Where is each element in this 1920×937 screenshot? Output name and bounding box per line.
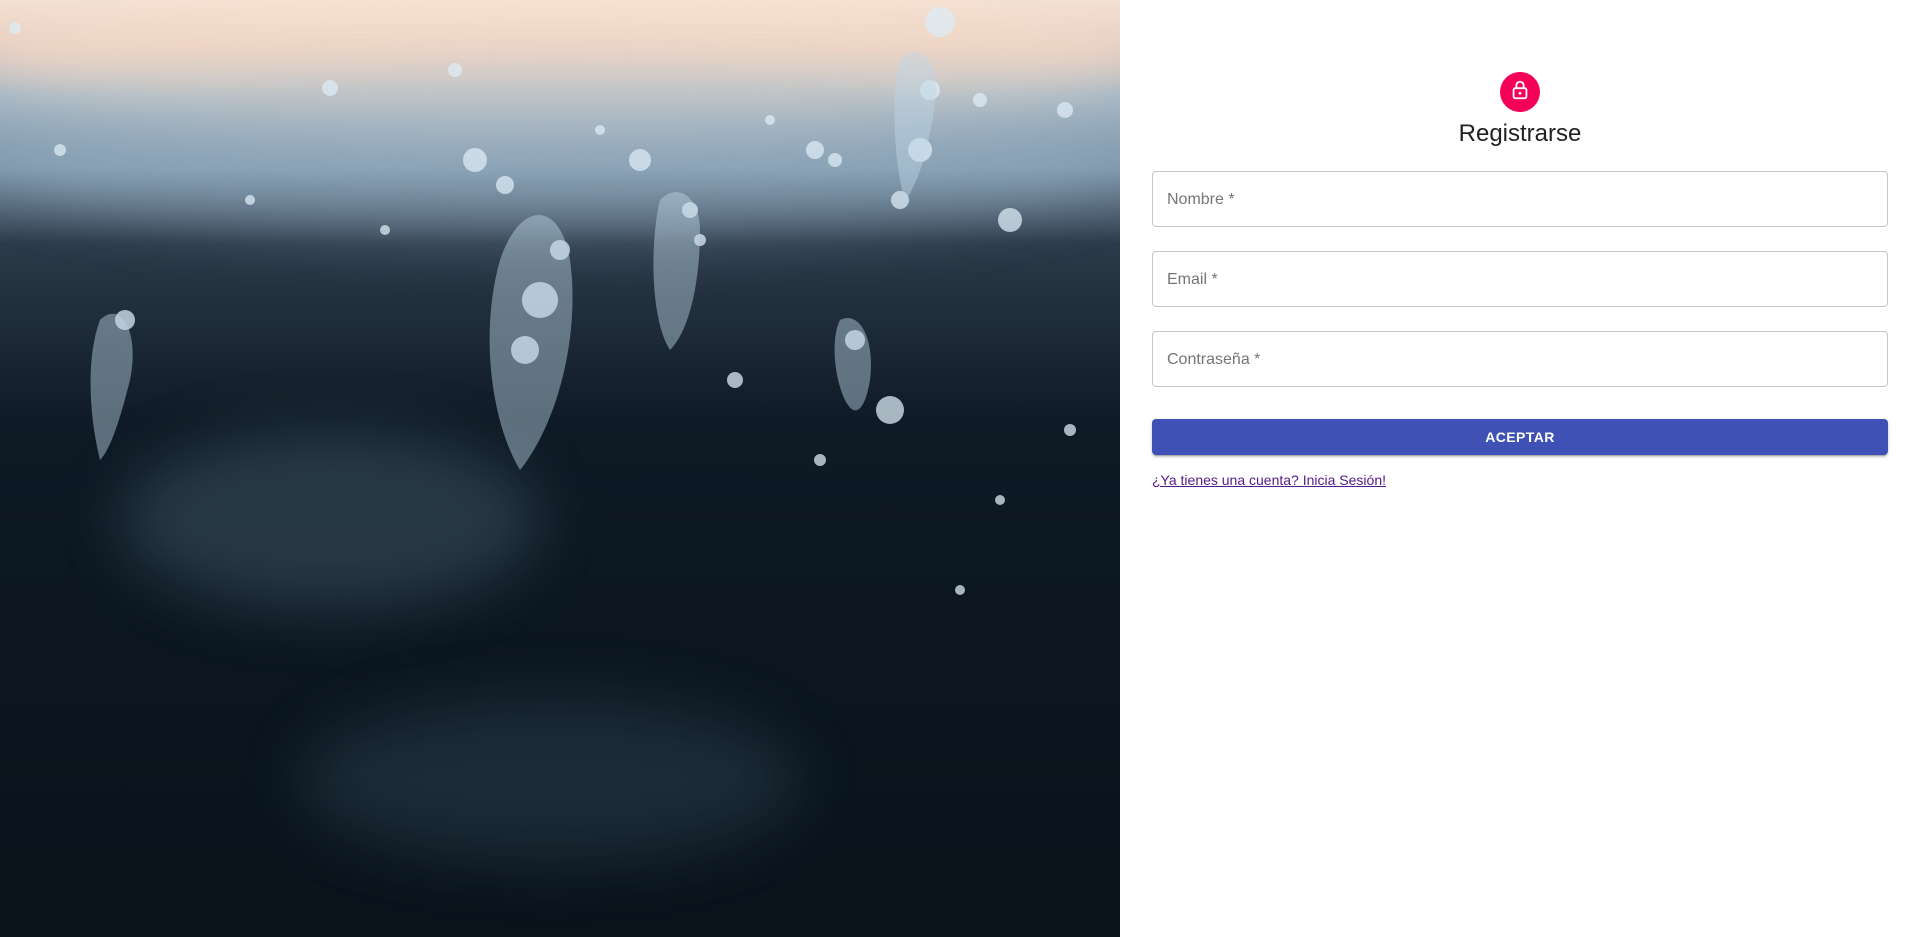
hero-water-splash-image <box>0 0 1120 937</box>
water-drops-graphic <box>9 7 1076 595</box>
register-form: Registrarse Nombre * Email * Contraseña … <box>1152 72 1888 490</box>
submit-button[interactable]: ACEPTAR <box>1152 419 1888 455</box>
password-field[interactable]: Contraseña * <box>1152 331 1888 387</box>
page: Registrarse Nombre * Email * Contraseña … <box>0 0 1920 937</box>
email-input[interactable] <box>1153 252 1887 306</box>
name-field[interactable]: Nombre * <box>1152 171 1888 227</box>
avatar <box>1500 72 1540 112</box>
form-fields: Nombre * Email * Contraseña * <box>1152 171 1888 387</box>
email-field[interactable]: Email * <box>1152 251 1888 307</box>
login-link-row: ¿Ya tienes una cuenta? Inicia Sesión! <box>1152 472 1888 490</box>
page-title: Registrarse <box>1458 120 1582 147</box>
login-link[interactable]: ¿Ya tienes una cuenta? Inicia Sesión! <box>1152 472 1386 488</box>
lock-icon <box>1509 79 1531 106</box>
password-input[interactable] <box>1153 332 1887 386</box>
register-panel: Registrarse Nombre * Email * Contraseña … <box>1120 0 1920 937</box>
name-input[interactable] <box>1153 172 1887 226</box>
form-header: Registrarse <box>1152 72 1888 148</box>
